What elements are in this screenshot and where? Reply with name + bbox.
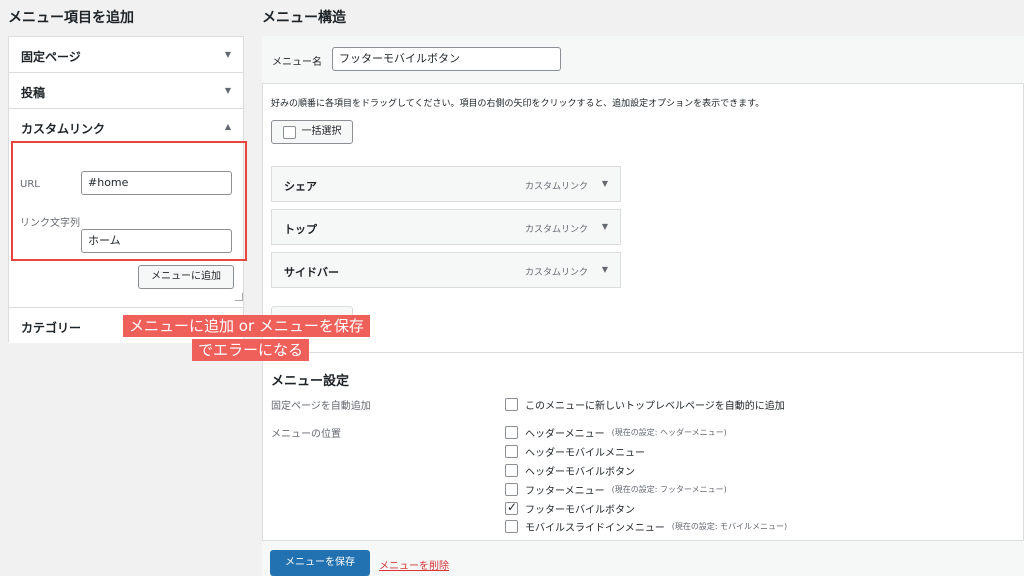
location-option[interactable]: フッターメニュー (現在の設定: フッターメニュー) [505,481,727,497]
link-text-label: リンク文字列 [20,218,80,229]
accordion-categories-label: カテゴリー [21,321,82,335]
location-checkbox[interactable] [505,519,518,533]
auto-add-option-label: このメニューに新しいトップレベルページを自動的に追加 [525,400,785,412]
location-checkbox-checked[interactable] [505,500,518,515]
location-option[interactable]: ヘッダーモバイルメニュー [505,443,645,459]
delete-menu-link[interactable]: メニューを削除 [379,557,449,572]
auto-add-label: 固定ページを自動追加 [271,401,371,412]
menu-item-type: カスタムリンク [524,268,588,278]
menu-settings-title: メニュー設定 [271,374,350,389]
location-option[interactable]: ヘッダーメニュー (現在の設定: ヘッダーメニュー) [505,424,727,440]
error-annotation-line1: メニューに追加 or メニューを保存 [123,315,370,337]
menu-location-label: メニューの位置 [271,429,341,440]
accordion-custom-links[interactable]: カスタムリンク ▲ [9,109,243,145]
location-current: (現在の設定: ヘッダーメニュー) [611,427,727,437]
menu-structure-title: メニュー構造 [262,10,346,26]
add-menu-items-title: メニュー項目を追加 [8,10,134,26]
menu-item-name: サイドバー [284,266,339,279]
error-annotation-line2: でエラーになる [192,339,310,361]
menu-item[interactable]: サイドバー カスタムリンク ▼ [271,252,621,288]
location-option[interactable]: モバイルスライドインメニュー (現在の設定: モバイルメニュー) [505,518,787,534]
accordion-posts-label: 投稿 [21,86,46,100]
expand-arrow-icon[interactable]: ▼ [602,179,608,188]
location-current: (現在の設定: フッターメニュー) [611,484,727,494]
expand-arrow-icon[interactable]: ▼ [602,222,608,231]
chevron-down-icon: ▼ [224,50,231,59]
location-option[interactable]: フッターモバイルボタン [505,500,635,516]
menu-item-type: カスタムリンク [524,225,588,235]
location-checkbox[interactable] [505,463,518,477]
chevron-up-icon: ▲ [224,122,231,131]
menu-footer [262,540,1024,576]
bulk-select-checkbox[interactable] [282,125,296,139]
location-name: ヘッダーモバイルメニュー [525,447,645,459]
link-text-input[interactable]: ホーム [81,229,232,253]
url-label: URL [20,179,40,190]
url-input[interactable]: #home [81,171,232,195]
location-current: (現在の設定: モバイルメニュー) [671,521,788,531]
menu-name-input[interactable]: フッターモバイルボタン [332,47,561,71]
location-name: フッターメニュー [525,485,605,497]
accordion-custom-links-label: カスタムリンク [21,122,106,136]
location-name: ヘッダーモバイルボタン [525,466,635,478]
location-name: ヘッダーメニュー [525,428,605,440]
menu-item-name: シェア [284,180,317,193]
accordion-posts[interactable]: 投稿 ▼ [9,73,243,109]
menu-item-name: トップ [284,223,317,236]
location-checkbox[interactable] [505,425,518,439]
menu-item[interactable]: シェア カスタムリンク ▼ [271,166,621,202]
accordion-pages-label: 固定ページ [21,50,81,64]
bulk-select-button[interactable]: 一括選択 [271,120,353,144]
expand-arrow-icon[interactable]: ▼ [602,265,608,274]
bulk-select-label: 一括選択 [301,126,342,137]
drag-instructions: 好みの順番に各項目をドラッグしてください。項目の右側の矢印をクリックすると、追加… [271,99,765,109]
menu-item[interactable]: トップ カスタムリンク ▼ [271,209,621,245]
chevron-down-icon: ▼ [224,86,231,95]
location-name: フッターモバイルボタン [525,504,635,516]
save-menu-button[interactable]: メニューを保存 [270,550,370,576]
location-name: モバイルスライドインメニュー [525,522,665,534]
location-option[interactable]: ヘッダーモバイルボタン [505,462,635,478]
menu-name-label: メニュー名 [272,57,322,68]
resize-handle[interactable] [235,293,243,301]
location-checkbox[interactable] [505,482,518,496]
settings-divider [262,352,1024,353]
auto-add-option[interactable]: このメニューに新しいトップレベルページを自動的に追加 [505,396,785,412]
location-checkbox[interactable] [505,444,518,458]
add-to-menu-button[interactable]: メニューに追加 [138,265,234,289]
menu-item-type: カスタムリンク [524,182,588,192]
auto-add-checkbox[interactable] [505,397,518,411]
accordion-pages[interactable]: 固定ページ ▼ [9,37,243,73]
